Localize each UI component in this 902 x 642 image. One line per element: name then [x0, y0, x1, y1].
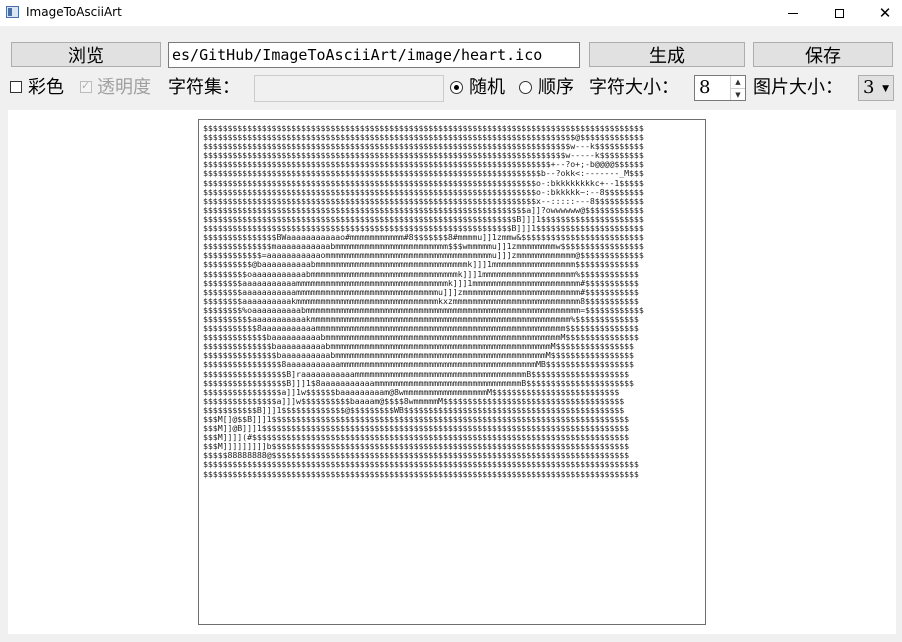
minimize-button[interactable] — [770, 0, 816, 26]
maximize-button[interactable] — [816, 0, 862, 26]
random-radio[interactable] — [450, 81, 463, 94]
browse-button[interactable]: 浏览 — [11, 42, 161, 67]
char-size-value: 8 — [699, 77, 711, 98]
transparency-checkbox[interactable]: ✓ — [80, 79, 92, 93]
app-icon — [6, 6, 19, 18]
random-label: 随机 — [469, 77, 505, 98]
charset-input[interactable] — [254, 75, 444, 102]
close-icon: ✕ — [878, 3, 892, 22]
spin-down-button[interactable]: ▼ — [731, 89, 745, 101]
maximize-icon — [834, 8, 844, 18]
sequential-label: 顺序 — [538, 77, 574, 98]
color-label: 彩色 — [28, 77, 64, 98]
image-size-value: 3 — [863, 77, 875, 98]
spin-buttons: ▲ ▼ — [730, 76, 745, 100]
sequential-radio[interactable] — [519, 81, 532, 94]
image-size-label: 图片大小： — [753, 77, 843, 98]
color-checkbox[interactable] — [10, 81, 22, 93]
file-path-input[interactable]: es/GitHub/ImageToAsciiArt/image/heart.ic… — [168, 42, 580, 68]
ascii-art-text: $$$$$$$$$$$$$$$$$$$$$$$$$$$$$$$$$$$$$$$$… — [203, 123, 644, 479]
generate-button[interactable]: 生成 — [589, 42, 745, 67]
minimize-icon — [788, 12, 798, 14]
close-button[interactable]: ✕ — [862, 0, 902, 26]
window-title: ImageToAsciiArt — [26, 5, 122, 19]
save-button[interactable]: 保存 — [753, 42, 893, 67]
charset-label: 字符集： — [168, 77, 240, 98]
char-size-label: 字符大小： — [589, 77, 679, 98]
ascii-art-output: $$$$$$$$$$$$$$$$$$$$$$$$$$$$$$$$$$$$$$$$… — [198, 119, 706, 625]
char-size-spinbox[interactable]: 8 ▲ ▼ — [694, 75, 746, 101]
check-icon: ✓ — [81, 79, 91, 92]
transparency-label: 透明度 — [97, 77, 151, 98]
title-bar: ImageToAsciiArt ✕ — [0, 0, 902, 26]
chevron-down-icon: ▼ — [882, 84, 889, 94]
spin-up-button[interactable]: ▲ — [731, 76, 745, 89]
image-size-dropdown[interactable]: 3 ▼ — [858, 75, 894, 101]
